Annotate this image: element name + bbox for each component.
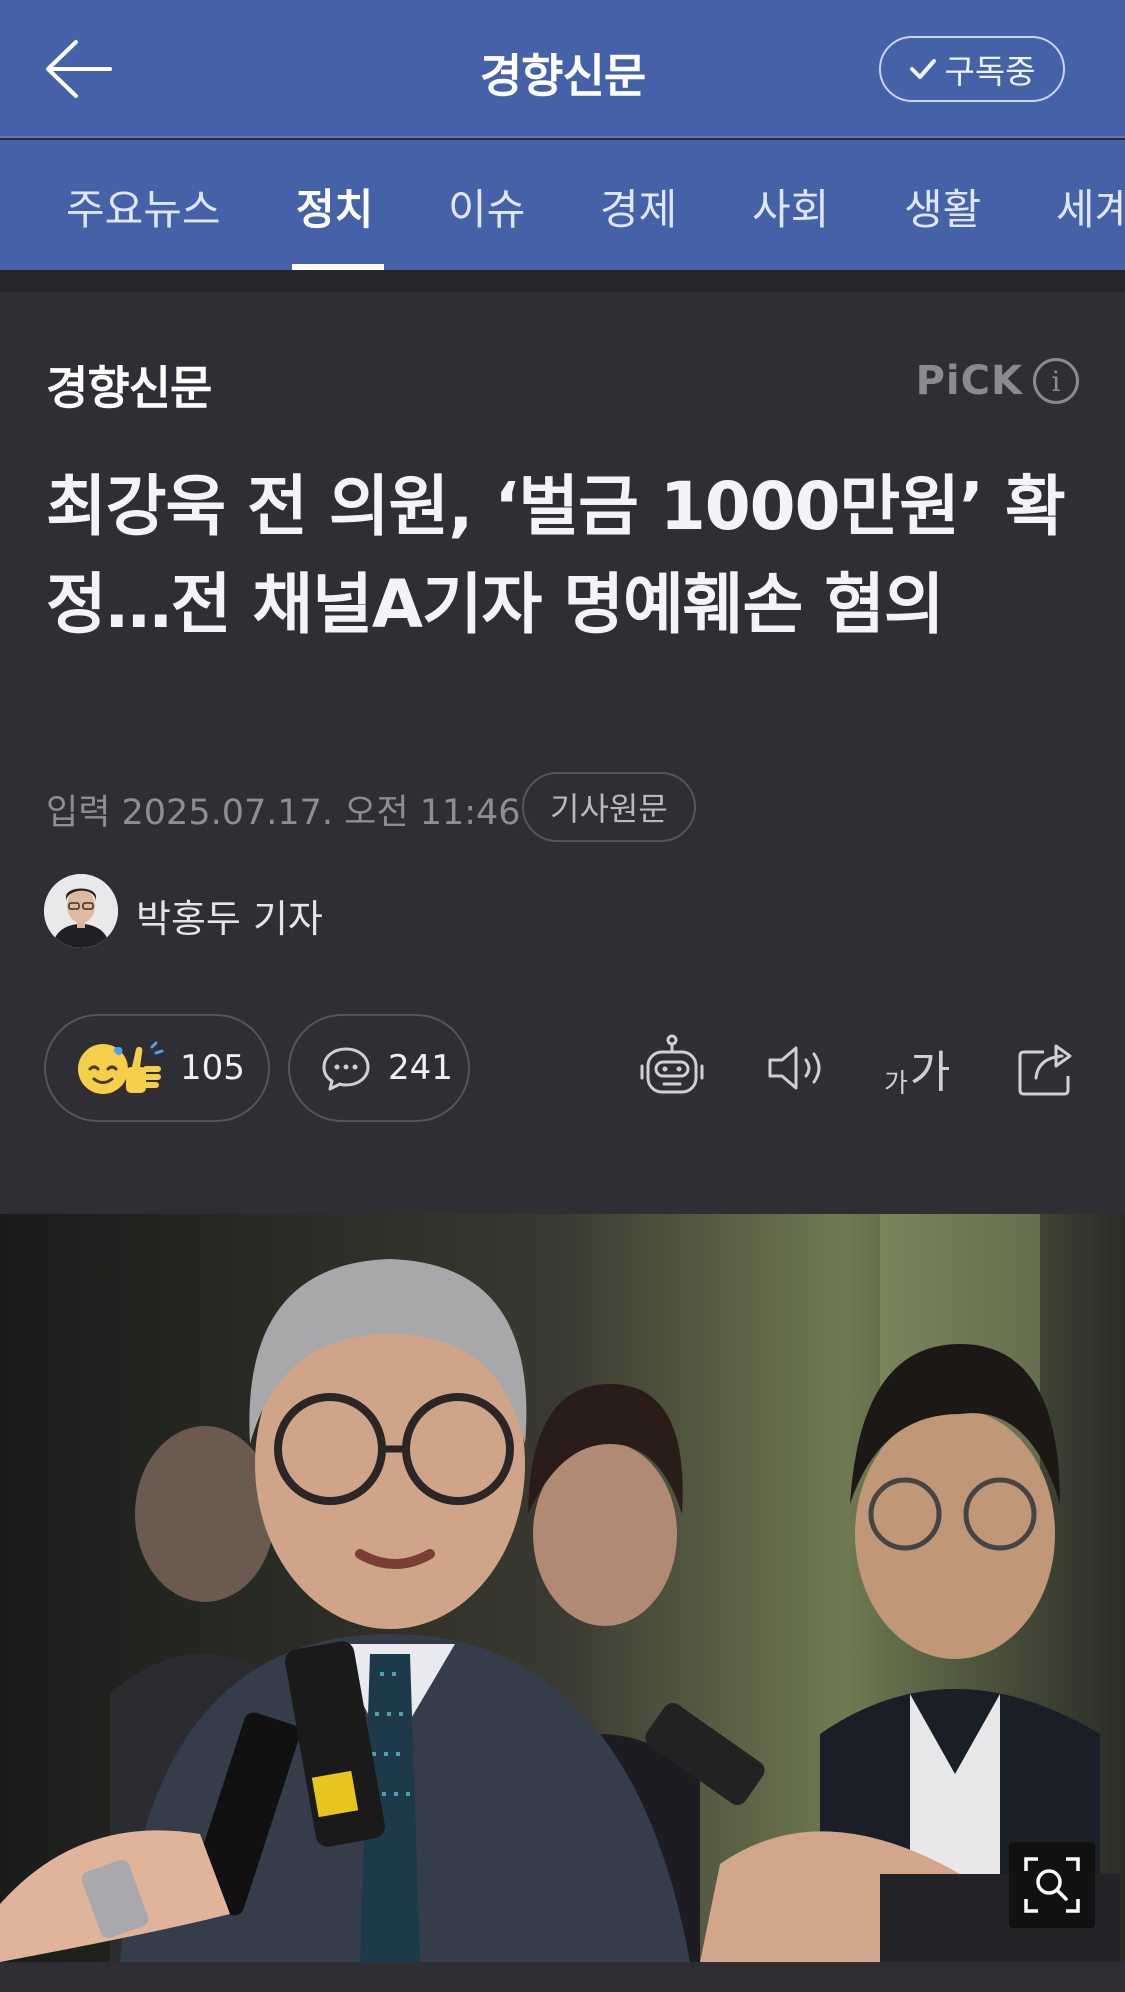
subscribe-label: 구독중 (944, 52, 1036, 91)
tab-economy[interactable]: 경제 (600, 176, 677, 237)
comment-button[interactable]: 241 (288, 1014, 470, 1122)
article-date: 입력 2025.07.17. 오전 11:46 (46, 793, 521, 833)
info-icon[interactable]: i (1033, 358, 1079, 404)
category-tabs: 주요뉴스 정치 이슈 경제 사회 생활 세계 (0, 140, 1125, 270)
tab-life[interactable]: 생활 (904, 176, 981, 237)
image-zoom-button[interactable] (1009, 1842, 1095, 1928)
share-icon[interactable] (1010, 1032, 1082, 1104)
font-size-small-label: 가 (884, 1069, 908, 1099)
tab-issue[interactable]: 이슈 (448, 176, 525, 237)
tab-politics[interactable]: 정치 (296, 176, 373, 237)
divider (0, 270, 1125, 292)
magnifier-icon (1024, 1857, 1080, 1913)
pick-label: PiCK (915, 358, 1023, 404)
tab-main-news[interactable]: 주요뉴스 (66, 176, 221, 237)
tab-society[interactable]: 사회 (752, 176, 829, 237)
emoji-thumbsup-icon (78, 1041, 164, 1094)
subscribe-button[interactable]: 구독중 (879, 36, 1065, 102)
press-name[interactable]: 경향신문 (46, 352, 212, 418)
font-size-big-label: 가 (909, 1047, 951, 1098)
article-headline: 최강욱 전 의원, ‘벌금 1000만원’ 확정…전 채널A기자 명예훼손 혐의 (46, 468, 1066, 643)
robot-summary-icon[interactable] (636, 1032, 708, 1104)
bottom-strip (0, 1962, 1125, 1992)
pick-badge[interactable]: PiCK i (916, 358, 1079, 404)
top-app-bar: 경향신문 구독중 (0, 0, 1125, 138)
reporter-avatar[interactable] (44, 874, 118, 948)
comment-icon (322, 1047, 370, 1091)
font-size-icon[interactable]: 가 가 (884, 1036, 950, 1100)
check-icon (910, 59, 937, 79)
reporter-name[interactable]: 박홍두 기자 (136, 888, 323, 943)
reaction-count: 105 (180, 1048, 245, 1088)
tab-world[interactable]: 세계 (1056, 176, 1125, 237)
article-photo[interactable] (0, 1214, 1125, 1962)
reaction-button[interactable]: 105 (44, 1014, 270, 1122)
speaker-icon[interactable] (760, 1032, 832, 1104)
original-article-button[interactable]: 기사원문 (522, 772, 696, 842)
comment-count: 241 (388, 1048, 453, 1088)
